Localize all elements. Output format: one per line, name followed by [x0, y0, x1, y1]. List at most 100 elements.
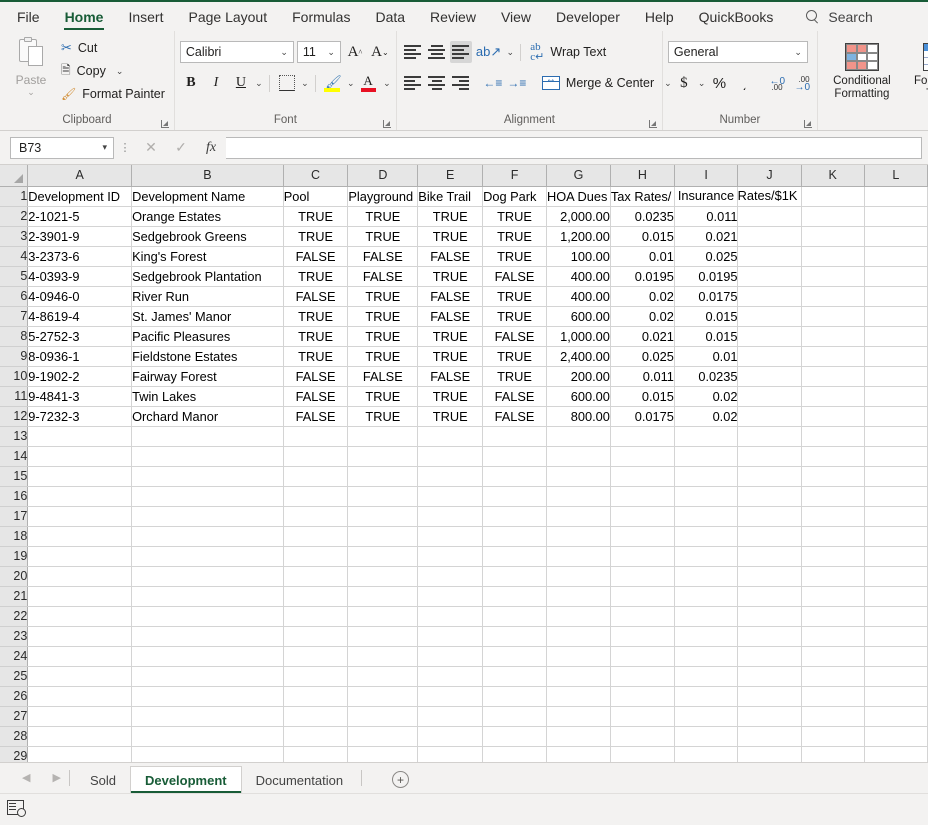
cell-C14[interactable]: [283, 446, 349, 467]
cell-D27[interactable]: [347, 706, 419, 727]
cell-I25[interactable]: [674, 666, 739, 687]
cell-B16[interactable]: [131, 486, 284, 507]
cell-K27[interactable]: [801, 706, 865, 727]
cell-C16[interactable]: [283, 486, 349, 507]
merge-center-button[interactable]: Merge & Center ⌄: [538, 72, 676, 94]
ribbon-tab-formulas[interactable]: Formulas: [281, 3, 361, 31]
cell-I12[interactable]: 0.02: [674, 406, 739, 427]
cell-J7[interactable]: [737, 306, 802, 327]
cell-B23[interactable]: [131, 626, 284, 647]
cancel-formula-button[interactable]: ✕: [136, 137, 166, 159]
cell-B13[interactable]: [131, 426, 284, 447]
increase-indent-button[interactable]: →≡: [506, 72, 528, 94]
cell-C3[interactable]: TRUE: [283, 226, 349, 247]
ribbon-tab-help[interactable]: Help: [634, 3, 685, 31]
cell-D26[interactable]: [347, 686, 419, 707]
row-header-10[interactable]: 10: [0, 366, 29, 387]
cell-C19[interactable]: [283, 546, 349, 567]
cell-E10[interactable]: FALSE: [417, 366, 484, 387]
row-header-11[interactable]: 11: [0, 386, 29, 407]
cell-K1[interactable]: [801, 186, 865, 207]
cell-B27[interactable]: [131, 706, 284, 727]
cell-D14[interactable]: [347, 446, 419, 467]
cell-A29[interactable]: [27, 746, 133, 762]
cell-J2[interactable]: [737, 206, 802, 227]
cell-B7[interactable]: St. James' Manor: [131, 306, 284, 327]
row-header-5[interactable]: 5: [0, 266, 29, 287]
cell-L9[interactable]: [864, 346, 928, 367]
cell-H23[interactable]: [610, 626, 675, 647]
cell-I7[interactable]: 0.015: [674, 306, 739, 327]
cell-A24[interactable]: [27, 646, 133, 667]
cell-H12[interactable]: 0.0175: [610, 406, 675, 427]
cell-A12[interactable]: 9-7232-3: [27, 406, 133, 427]
cell-B11[interactable]: Twin Lakes: [131, 386, 284, 407]
bold-button[interactable]: B: [180, 72, 202, 94]
cell-G2[interactable]: 2,000.00: [546, 206, 611, 227]
cell-J16[interactable]: [737, 486, 802, 507]
cell-F19[interactable]: [482, 546, 547, 567]
cell-D9[interactable]: TRUE: [347, 346, 419, 367]
cell-F2[interactable]: TRUE: [482, 206, 547, 227]
accounting-chevron-down-icon[interactable]: ⌄: [698, 78, 706, 89]
align-left-button[interactable]: [402, 72, 424, 94]
cell-A13[interactable]: [27, 426, 133, 447]
ribbon-tab-view[interactable]: View: [490, 3, 542, 31]
cell-G18[interactable]: [546, 526, 611, 547]
cell-J11[interactable]: [737, 386, 802, 407]
cell-C9[interactable]: TRUE: [283, 346, 349, 367]
cell-K14[interactable]: [801, 446, 865, 467]
cell-K12[interactable]: [801, 406, 865, 427]
cell-D11[interactable]: TRUE: [347, 386, 419, 407]
cell-E7[interactable]: FALSE: [417, 306, 484, 327]
cell-F12[interactable]: FALSE: [482, 406, 547, 427]
cell-I5[interactable]: 0.0195: [674, 266, 739, 287]
cell-B19[interactable]: [131, 546, 284, 567]
cell-B1[interactable]: Development Name: [131, 186, 284, 207]
cell-L6[interactable]: [864, 286, 928, 307]
accessibility-icon[interactable]: [7, 800, 26, 817]
cell-E22[interactable]: [417, 606, 484, 627]
cell-E8[interactable]: TRUE: [417, 326, 484, 347]
cell-E15[interactable]: [417, 466, 484, 487]
cell-H29[interactable]: [610, 746, 675, 762]
ribbon-tab-file[interactable]: File: [6, 3, 51, 31]
sheet-tab-development[interactable]: Development: [129, 766, 242, 793]
cell-E1[interactable]: Bike Trail: [417, 186, 484, 207]
cell-H8[interactable]: 0.021: [610, 326, 675, 347]
cell-K13[interactable]: [801, 426, 865, 447]
cell-J28[interactable]: [737, 726, 802, 747]
cell-A23[interactable]: [27, 626, 133, 647]
row-header-16[interactable]: 16: [0, 486, 29, 507]
cell-A28[interactable]: [27, 726, 133, 747]
orientation-button[interactable]: ab↗: [474, 41, 503, 63]
cell-A2[interactable]: 2-1021-5: [27, 206, 133, 227]
cell-B28[interactable]: [131, 726, 284, 747]
cell-H13[interactable]: [610, 426, 675, 447]
cell-I19[interactable]: [674, 546, 739, 567]
paste-button[interactable]: Paste ⌄: [5, 35, 57, 113]
cell-I1[interactable]: Insurance Rates/$1K: [674, 186, 797, 207]
cell-B8[interactable]: Pacific Pleasures: [131, 326, 284, 347]
cell-D8[interactable]: TRUE: [347, 326, 419, 347]
cell-L13[interactable]: [864, 426, 928, 447]
cell-F27[interactable]: [482, 706, 547, 727]
cell-G21[interactable]: [546, 586, 611, 607]
cell-D1[interactable]: Playground: [347, 186, 419, 207]
cell-G7[interactable]: 600.00: [546, 306, 611, 327]
cell-H1[interactable]: Tax Rates/: [610, 186, 675, 207]
fill-color-button[interactable]: 🖌: [322, 72, 344, 94]
cell-J4[interactable]: [737, 246, 802, 267]
cell-I8[interactable]: 0.015: [674, 326, 739, 347]
cell-G23[interactable]: [546, 626, 611, 647]
cell-K25[interactable]: [801, 666, 865, 687]
cell-H21[interactable]: [610, 586, 675, 607]
cell-H3[interactable]: 0.015: [610, 226, 675, 247]
cell-G6[interactable]: 400.00: [546, 286, 611, 307]
cell-K23[interactable]: [801, 626, 865, 647]
cell-H18[interactable]: [610, 526, 675, 547]
cell-H27[interactable]: [610, 706, 675, 727]
cell-J13[interactable]: [737, 426, 802, 447]
alignment-dialog-launcher[interactable]: [648, 119, 658, 129]
cell-D5[interactable]: FALSE: [347, 266, 419, 287]
